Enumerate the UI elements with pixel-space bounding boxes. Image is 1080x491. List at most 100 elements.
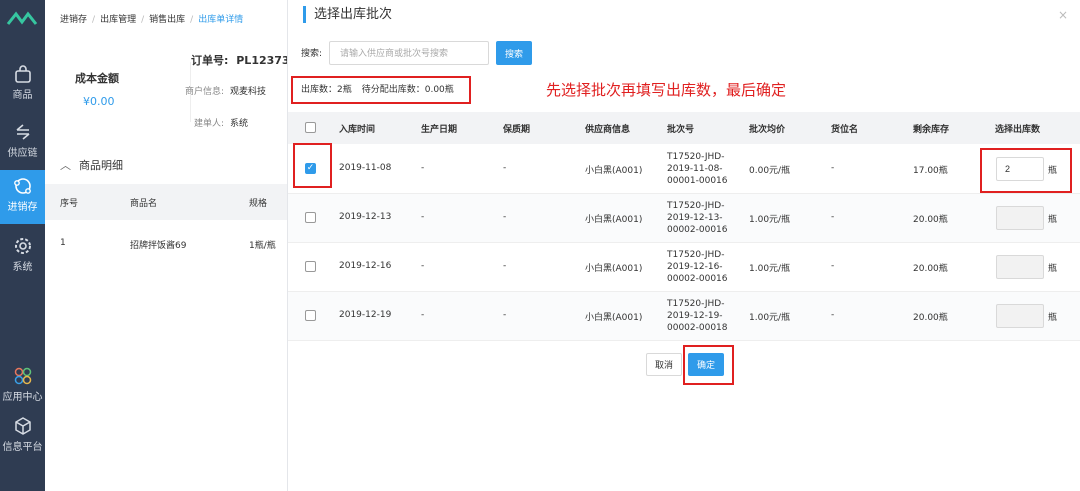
outbound-count: 出库数：2瓶 bbox=[301, 85, 352, 95]
column-header: 序号 bbox=[60, 199, 79, 209]
creator-info: 建单人: 系统 bbox=[194, 116, 248, 129]
batch-avg-price: 1.00元/瓶 bbox=[749, 264, 791, 274]
production-date: - bbox=[421, 163, 425, 173]
nav-item-supply-chain[interactable]: 供应链 bbox=[0, 116, 45, 166]
nav-item-info-platform[interactable]: 信息平台 bbox=[0, 410, 45, 460]
outbound-summary: 出库数：2瓶 待分配出库数：0.00瓶 bbox=[291, 76, 471, 104]
table-row: 2019-12-19 - - 小白黑(A001) T17520-JHD-2019… bbox=[288, 292, 1080, 341]
brand-logo-icon bbox=[6, 11, 38, 25]
batch-number: T17520-JHD-2019-11-08-00001-00016 bbox=[667, 152, 728, 186]
nav-label: 应用中心 bbox=[2, 392, 43, 403]
nav-item-system[interactable]: 系统 bbox=[0, 230, 45, 280]
order-detail-panel: 进销存 / 出库管理 / 销售出库 / 出库单详情 成本金额 ¥0.00 订单号: PL12… bbox=[45, 0, 288, 491]
outbound-qty-input[interactable] bbox=[996, 255, 1044, 279]
nav-label: 供应链 bbox=[7, 148, 38, 159]
remaining-stock: 20.00瓶 bbox=[913, 264, 948, 274]
nav-label: 系统 bbox=[12, 262, 33, 273]
instruction-annotation: 先选择批次再填写出库数，最后确定 bbox=[546, 81, 787, 99]
column-header: 入库时间 bbox=[339, 125, 376, 135]
nav-item-app-center[interactable]: 应用中心 bbox=[0, 360, 45, 410]
production-date: - bbox=[421, 261, 425, 271]
confirm-button[interactable]: 确定 bbox=[688, 353, 724, 376]
nav-item-goods[interactable]: 商品 bbox=[0, 58, 45, 108]
breadcrumb-item[interactable]: 销售出库 bbox=[149, 15, 185, 25]
batch-avg-price: 1.00元/瓶 bbox=[749, 215, 791, 225]
supplier: 小白黑(A001) bbox=[585, 313, 643, 323]
shelf-life: - bbox=[503, 310, 507, 320]
breadcrumb: 进销存 / 出库管理 / 销售出库 / 出库单详情 bbox=[60, 15, 244, 25]
remaining-stock: 17.00瓶 bbox=[913, 166, 948, 176]
supplier: 小白黑(A001) bbox=[585, 215, 643, 225]
exchange-arrows-icon bbox=[15, 124, 30, 140]
column-header: 批次号 bbox=[667, 125, 695, 135]
shelf-life: - bbox=[503, 163, 507, 173]
nav-label: 信息平台 bbox=[2, 442, 43, 453]
column-header: 选择出库数 bbox=[995, 125, 1041, 135]
cost-amount-value: ¥0.00 bbox=[83, 95, 115, 108]
batch-avg-price: 0.00元/瓶 bbox=[749, 166, 791, 176]
shelf-life: - bbox=[503, 261, 507, 271]
goods-section-title: 商品明细 bbox=[79, 159, 123, 172]
supplier: 小白黑(A001) bbox=[585, 166, 643, 176]
search-input[interactable] bbox=[329, 41, 489, 65]
in-date: 2019-12-19 bbox=[339, 310, 392, 320]
outbound-qty-input[interactable] bbox=[996, 206, 1044, 230]
apps-circles-icon bbox=[14, 367, 31, 385]
batch-number: T17520-JHD-2019-12-13-00002-00016 bbox=[667, 201, 728, 235]
location: - bbox=[831, 261, 835, 271]
cancel-button[interactable]: 取消 bbox=[646, 353, 682, 376]
column-header: 剩余库存 bbox=[913, 125, 950, 135]
goods-spec: 1瓶/瓶 bbox=[249, 241, 276, 251]
order-number-value: PL1237361 bbox=[236, 54, 287, 67]
select-all-checkbox[interactable] bbox=[305, 122, 316, 133]
search-label: 搜索: bbox=[301, 49, 323, 59]
in-date: 2019-12-13 bbox=[339, 212, 392, 222]
checkbox-highlight-annotation bbox=[293, 143, 332, 188]
table-row: 2019-12-16 - - 小白黑(A001) T17520-JHD-2019… bbox=[288, 243, 1080, 292]
creator-label: 建单人: bbox=[194, 119, 225, 129]
nav-item-inventory[interactable]: 进销存 bbox=[0, 170, 45, 224]
merchant-value: 观麦科技 bbox=[230, 87, 267, 97]
column-header: 商品名 bbox=[130, 199, 158, 209]
table-row: 1 招牌拌饭酱69 1瓶/瓶 bbox=[45, 226, 287, 262]
close-icon[interactable]: × bbox=[1058, 8, 1068, 22]
row-checkbox[interactable] bbox=[305, 261, 316, 272]
breadcrumb-item[interactable]: 进销存 bbox=[60, 15, 87, 25]
production-date: - bbox=[421, 212, 425, 222]
shopping-bag-icon bbox=[14, 65, 31, 83]
table-row: ✓ 2019-11-08 - - 小白黑(A001) T17520-JHD-20… bbox=[288, 145, 1080, 194]
goods-table-header: 序号 商品名 规格 bbox=[45, 184, 287, 220]
breadcrumb-item[interactable]: 出库管理 bbox=[100, 15, 136, 25]
nav-label: 商品 bbox=[12, 90, 33, 101]
outbound-qty-input[interactable] bbox=[996, 304, 1044, 328]
batch-avg-price: 1.00元/瓶 bbox=[749, 313, 791, 323]
remaining-stock: 20.00瓶 bbox=[913, 313, 948, 323]
row-checkbox[interactable] bbox=[305, 212, 316, 223]
breadcrumb-current: 出库单详情 bbox=[198, 15, 244, 25]
unit-label: 瓶 bbox=[1048, 264, 1058, 274]
goods-no: 1 bbox=[60, 238, 66, 248]
location: - bbox=[831, 310, 835, 320]
batch-number: T17520-JHD-2019-12-16-00002-00016 bbox=[667, 250, 728, 284]
share-nodes-icon bbox=[13, 178, 31, 194]
main-nav: 商品 供应链 进销存 系统 应用中心 信息平台 bbox=[0, 0, 45, 491]
creator-value: 系统 bbox=[230, 119, 249, 129]
location: - bbox=[831, 163, 835, 173]
production-date: - bbox=[421, 310, 425, 320]
search-button[interactable]: 搜索 bbox=[496, 41, 532, 65]
row-checkbox[interactable] bbox=[305, 310, 316, 321]
pending-count: 待分配出库数：0.00瓶 bbox=[361, 85, 454, 95]
gear-icon bbox=[14, 238, 31, 254]
merchant-info: 商户信息: 观麦科技 bbox=[185, 84, 266, 97]
column-header: 生产日期 bbox=[421, 125, 458, 135]
table-row: 2019-12-13 - - 小白黑(A001) T17520-JHD-2019… bbox=[288, 194, 1080, 243]
chevron-up-icon: ︿ bbox=[60, 159, 71, 172]
nav-label: 进销存 bbox=[7, 202, 38, 213]
batch-number: T17520-JHD-2019-12-19-00002-00018 bbox=[667, 299, 728, 333]
column-header: 规格 bbox=[249, 199, 268, 209]
supplier: 小白黑(A001) bbox=[585, 264, 643, 274]
goods-section-toggle[interactable]: ︿ 商品明细 bbox=[60, 157, 123, 173]
shelf-life: - bbox=[503, 212, 507, 222]
order-number-label: 订单号: bbox=[191, 54, 229, 67]
cube-icon bbox=[14, 417, 31, 435]
